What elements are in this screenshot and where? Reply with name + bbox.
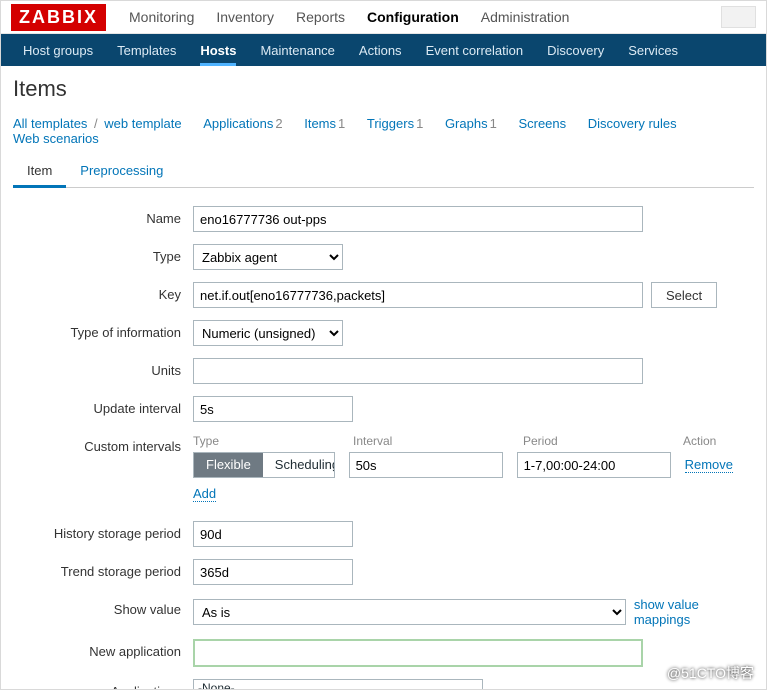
ci-period-input[interactable] <box>517 452 671 478</box>
show-value-label: Show value <box>13 597 193 617</box>
watermark: @51CTO博客 <box>667 663 754 683</box>
update-interval-input[interactable] <box>193 396 353 422</box>
bc-template-name[interactable]: web template <box>104 116 181 131</box>
bc-applications[interactable]: Applications <box>203 116 273 131</box>
tab-item[interactable]: Item <box>13 156 66 188</box>
bc-screens[interactable]: Screens <box>518 116 566 131</box>
top-nav: ZABBIX Monitoring Inventory Reports Conf… <box>1 1 766 34</box>
new-application-label: New application <box>13 639 193 659</box>
bc-web-scenarios[interactable]: Web scenarios <box>13 131 99 146</box>
breadcrumb: All templates / web template Application… <box>13 116 754 146</box>
subnav-event-correlation[interactable]: Event correlation <box>426 35 524 66</box>
topnav-monitoring[interactable]: Monitoring <box>129 9 194 25</box>
bc-graphs[interactable]: Graphs <box>445 116 488 131</box>
type-select[interactable]: Zabbix agent <box>193 244 343 270</box>
update-interval-label: Update interval <box>13 396 193 416</box>
sub-nav: Host groups Templates Hosts Maintenance … <box>1 34 766 66</box>
logo: ZABBIX <box>11 4 106 31</box>
ci-remove-link[interactable]: Remove <box>685 457 733 473</box>
select-key-button[interactable]: Select <box>651 282 717 308</box>
ci-header-period: Period <box>523 434 683 448</box>
app-item-none[interactable]: -None- <box>194 680 482 690</box>
bc-all-templates[interactable]: All templates <box>13 116 87 131</box>
search-input[interactable] <box>721 6 756 28</box>
info-select[interactable]: Numeric (unsigned) <box>193 320 343 346</box>
ci-type-toggle[interactable]: Flexible Scheduling <box>193 452 335 478</box>
bc-items[interactable]: Items <box>304 116 336 131</box>
tab-preprocessing[interactable]: Preprocessing <box>66 156 177 187</box>
name-label: Name <box>13 206 193 226</box>
trend-input[interactable] <box>193 559 353 585</box>
ci-header-action: Action <box>683 434 733 448</box>
form-tabs: Item Preprocessing <box>13 156 754 188</box>
info-label: Type of information <box>13 320 193 340</box>
show-value-mappings-link[interactable]: show value mappings <box>634 597 754 627</box>
ci-toggle-scheduling[interactable]: Scheduling <box>263 453 335 477</box>
topnav-reports[interactable]: Reports <box>296 9 345 25</box>
new-application-input[interactable] <box>193 639 643 667</box>
show-value-select[interactable]: As is <box>193 599 626 625</box>
name-input[interactable] <box>193 206 643 232</box>
ci-toggle-flexible[interactable]: Flexible <box>194 453 263 477</box>
topnav-inventory[interactable]: Inventory <box>216 9 274 25</box>
subnav-actions[interactable]: Actions <box>359 35 402 66</box>
units-label: Units <box>13 358 193 378</box>
subnav-hosts[interactable]: Hosts <box>200 35 236 66</box>
ci-interval-input[interactable] <box>349 452 503 478</box>
applications-listbox[interactable]: -None- cpu stats traffic stats <box>193 679 483 690</box>
subnav-host-groups[interactable]: Host groups <box>23 35 93 66</box>
type-label: Type <box>13 244 193 264</box>
subnav-maintenance[interactable]: Maintenance <box>260 35 334 66</box>
page-title: Items <box>13 76 754 102</box>
topnav-administration[interactable]: Administration <box>481 9 570 25</box>
bc-triggers[interactable]: Triggers <box>367 116 414 131</box>
subnav-discovery[interactable]: Discovery <box>547 35 604 66</box>
topnav-configuration[interactable]: Configuration <box>367 9 459 25</box>
key-label: Key <box>13 282 193 302</box>
item-form: Name Type Zabbix agent Key Select Type o… <box>13 188 754 690</box>
bc-discovery-rules[interactable]: Discovery rules <box>588 116 677 131</box>
history-label: History storage period <box>13 521 193 541</box>
subnav-templates[interactable]: Templates <box>117 35 176 66</box>
subnav-services[interactable]: Services <box>628 35 678 66</box>
ci-add-link[interactable]: Add <box>193 486 216 502</box>
ci-header-interval: Interval <box>353 434 523 448</box>
history-input[interactable] <box>193 521 353 547</box>
key-input[interactable] <box>193 282 643 308</box>
custom-intervals-label: Custom intervals <box>13 434 193 454</box>
ci-header-type: Type <box>193 434 353 448</box>
units-input[interactable] <box>193 358 643 384</box>
applications-label: Applications <box>13 679 193 690</box>
trend-label: Trend storage period <box>13 559 193 579</box>
